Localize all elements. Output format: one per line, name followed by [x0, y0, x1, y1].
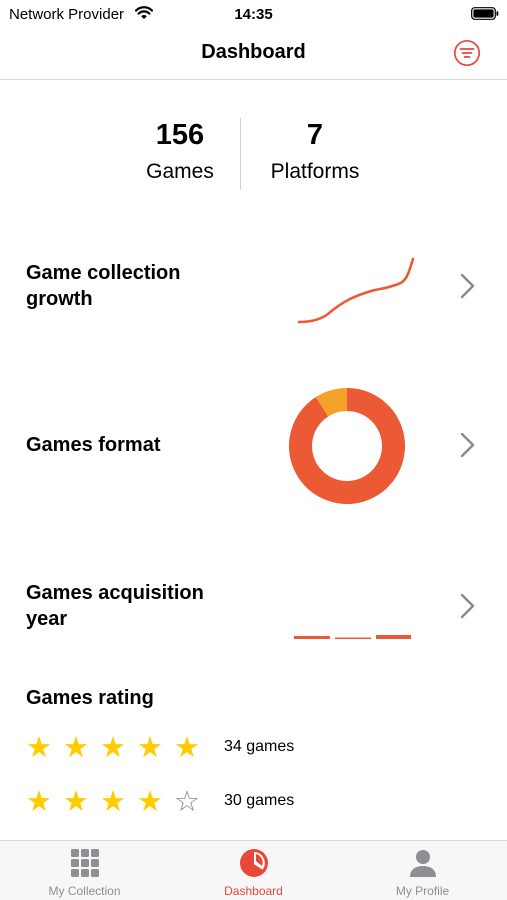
tab-my-profile[interactable]: My Profile — [338, 841, 507, 900]
year-bar-3 — [376, 635, 411, 639]
star-filled-icon: ★ — [26, 786, 52, 818]
rating-count: 34 games — [224, 738, 295, 755]
platforms-stat: 7 Platforms — [255, 118, 375, 185]
star-filled-icon: ★ — [137, 732, 163, 764]
clock: 14:35 — [234, 6, 273, 23]
platforms-count: 7 — [306, 119, 324, 151]
games-format-title: Games format — [26, 434, 161, 456]
star-filled-icon: ★ — [26, 732, 52, 764]
chevron-right-icon — [460, 273, 475, 299]
rating-count: 30 games — [224, 792, 295, 809]
tab-label: My Collection — [48, 884, 121, 898]
status-bar: Network Provider 14:35 — [0, 0, 507, 28]
star-filled-icon: ★ — [63, 786, 89, 818]
games-stat: 156 Games — [120, 118, 240, 185]
star-filled-icon: ★ — [100, 732, 126, 764]
bar-sparkline-icon — [294, 635, 411, 639]
games-rating-title: Games rating — [26, 687, 154, 709]
acquisition-year-title: Games acquisition year — [26, 582, 204, 630]
star-filled-icon: ★ — [63, 732, 89, 764]
year-bar-1 — [294, 636, 330, 639]
battery-icon — [471, 7, 499, 20]
donut-chart-icon — [289, 388, 405, 504]
tab-label: Dashboard — [224, 884, 283, 898]
platforms-label: Platforms — [270, 160, 360, 183]
line-sparkline-icon — [297, 257, 415, 324]
star-filled-icon: ★ — [174, 732, 200, 764]
chevron-right-icon — [460, 432, 475, 458]
star-filled-icon: ★ — [100, 786, 126, 818]
stats-divider — [240, 118, 241, 190]
collection-growth-title: Game collection growth — [26, 262, 181, 310]
navigation-bar: Dashboard — [0, 28, 507, 80]
grid-icon — [71, 849, 99, 877]
rating-row[interactable]: ★ ★ ★ ★ ★ 34 games — [26, 733, 486, 767]
person-icon — [410, 850, 436, 877]
chevron-right-icon — [460, 593, 475, 619]
filter-icon[interactable] — [453, 39, 481, 67]
games-count: 156 — [155, 119, 205, 151]
games-label: Games — [146, 160, 214, 183]
pie-chart-icon — [240, 849, 268, 877]
tab-bar: My Collection Dashboard My Profile — [0, 840, 507, 900]
donut-slice-major — [289, 388, 405, 504]
acquisition-year-row[interactable]: Games acquisition year — [0, 560, 507, 660]
star-empty-icon: ☆ — [174, 786, 200, 818]
summary-stats: 156 Games 7 Platforms — [0, 100, 507, 200]
page-title: Dashboard — [201, 41, 306, 63]
games-format-row[interactable]: Games format — [0, 370, 507, 520]
star-filled-icon: ★ — [137, 786, 163, 818]
rating-row[interactable]: ★ ★ ★ ★ ☆ 30 games — [26, 787, 486, 821]
year-bar-2 — [335, 637, 371, 639]
tab-dashboard[interactable]: Dashboard — [169, 841, 338, 900]
tab-my-collection[interactable]: My Collection — [0, 841, 169, 900]
tab-label: My Profile — [395, 884, 450, 898]
collection-growth-row[interactable]: Game collection growth — [0, 240, 507, 340]
